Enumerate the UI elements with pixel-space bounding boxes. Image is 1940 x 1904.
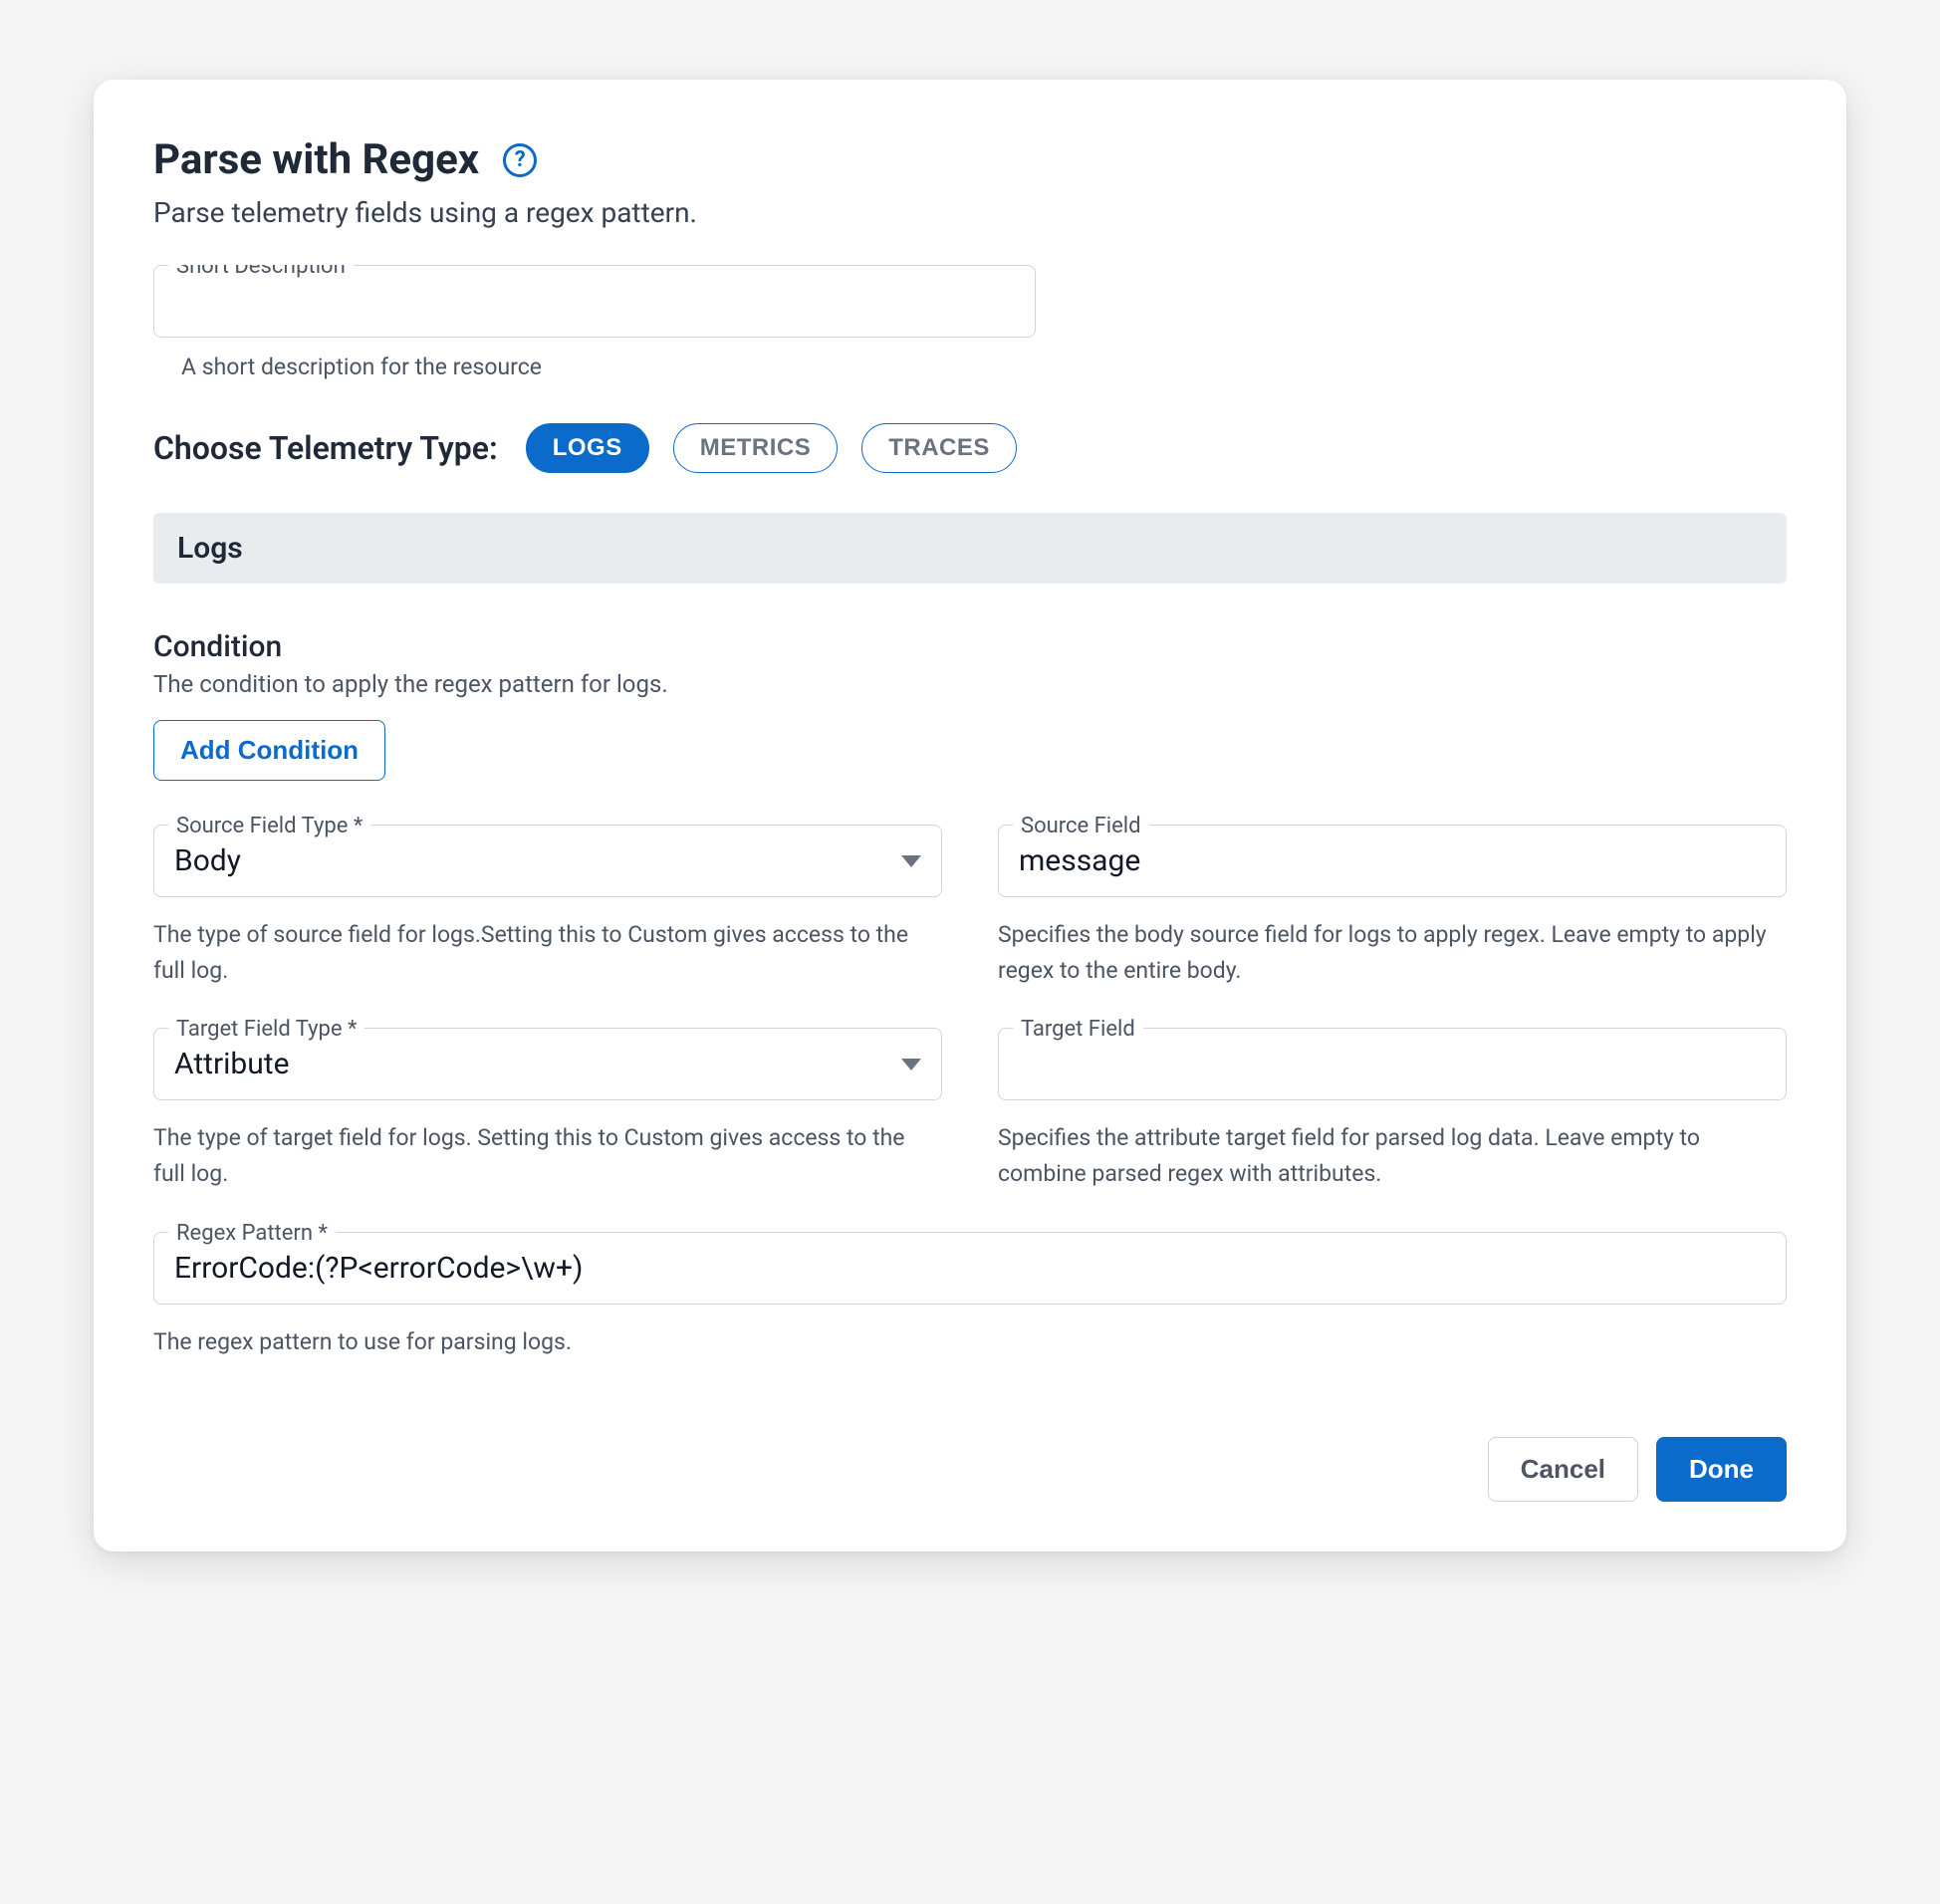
- source-field-helper: Specifies the body source field for logs…: [998, 917, 1787, 988]
- source-field-col: Source Field Specifies the body source f…: [998, 825, 1787, 988]
- short-description-input[interactable]: [174, 284, 1015, 319]
- done-button[interactable]: Done: [1656, 1437, 1787, 1502]
- target-field-type-value: Attribute: [174, 1047, 901, 1081]
- dialog-header: Parse with Regex ?: [153, 135, 1787, 184]
- source-field-type-value: Body: [174, 843, 901, 878]
- help-icon[interactable]: ?: [503, 143, 537, 177]
- target-field-fieldset: Target Field: [998, 1028, 1787, 1100]
- regex-pattern-label: Regex Pattern *: [168, 1221, 336, 1246]
- form-grid: Source Field Type * Body The type of sou…: [153, 825, 1787, 1359]
- chevron-down-icon: [901, 855, 921, 867]
- scrollable-content[interactable]: Short Description A short description fo…: [153, 265, 1803, 1399]
- target-field-type-label: Target Field Type *: [168, 1017, 364, 1042]
- source-field-label: Source Field: [1013, 814, 1149, 838]
- target-field-col: Target Field Specifies the attribute tar…: [998, 1028, 1787, 1191]
- source-field-fieldset: Source Field: [998, 825, 1787, 897]
- target-field-type-fieldset[interactable]: Target Field Type * Attribute: [153, 1028, 942, 1100]
- cancel-button[interactable]: Cancel: [1488, 1437, 1638, 1502]
- source-field-type-helper: The type of source field for logs.Settin…: [153, 917, 942, 988]
- pill-metrics[interactable]: METRICS: [673, 423, 839, 473]
- chevron-down-icon: [901, 1059, 921, 1071]
- pill-traces[interactable]: TRACES: [861, 423, 1017, 473]
- target-field-input[interactable]: [1019, 1047, 1766, 1081]
- add-condition-button[interactable]: Add Condition: [153, 720, 385, 781]
- source-field-type-col: Source Field Type * Body The type of sou…: [153, 825, 942, 988]
- target-field-label: Target Field: [1013, 1017, 1143, 1042]
- short-description-helper: A short description for the resource: [181, 352, 1787, 383]
- source-field-input[interactable]: [1019, 843, 1766, 878]
- regex-pattern-input[interactable]: [174, 1251, 1766, 1286]
- source-field-type-fieldset[interactable]: Source Field Type * Body: [153, 825, 942, 897]
- telemetry-row: Choose Telemetry Type: LOGS METRICS TRAC…: [153, 423, 1787, 473]
- dialog-actions: Cancel Done: [153, 1437, 1787, 1502]
- target-field-type-col: Target Field Type * Attribute The type o…: [153, 1028, 942, 1191]
- telemetry-label: Choose Telemetry Type:: [153, 429, 498, 467]
- short-description-label: Short Description: [168, 265, 354, 279]
- dialog: Parse with Regex ? Parse telemetry field…: [94, 80, 1846, 1551]
- regex-pattern-col: Regex Pattern * The regex pattern to use…: [153, 1232, 1787, 1360]
- section-band-logs: Logs: [153, 513, 1787, 584]
- pill-logs[interactable]: LOGS: [526, 423, 649, 473]
- target-field-type-helper: The type of target field for logs. Setti…: [153, 1120, 942, 1191]
- dialog-subtitle: Parse telemetry fields using a regex pat…: [153, 196, 1787, 229]
- target-field-helper: Specifies the attribute target field for…: [998, 1120, 1787, 1191]
- dialog-title: Parse with Regex: [153, 135, 479, 184]
- source-field-type-label: Source Field Type *: [168, 814, 370, 838]
- condition-desc: The condition to apply the regex pattern…: [153, 670, 1787, 698]
- regex-pattern-fieldset: Regex Pattern *: [153, 1232, 1787, 1305]
- regex-pattern-helper: The regex pattern to use for parsing log…: [153, 1324, 1787, 1360]
- short-description-fieldset: Short Description: [153, 265, 1036, 338]
- condition-title: Condition: [153, 629, 1787, 664]
